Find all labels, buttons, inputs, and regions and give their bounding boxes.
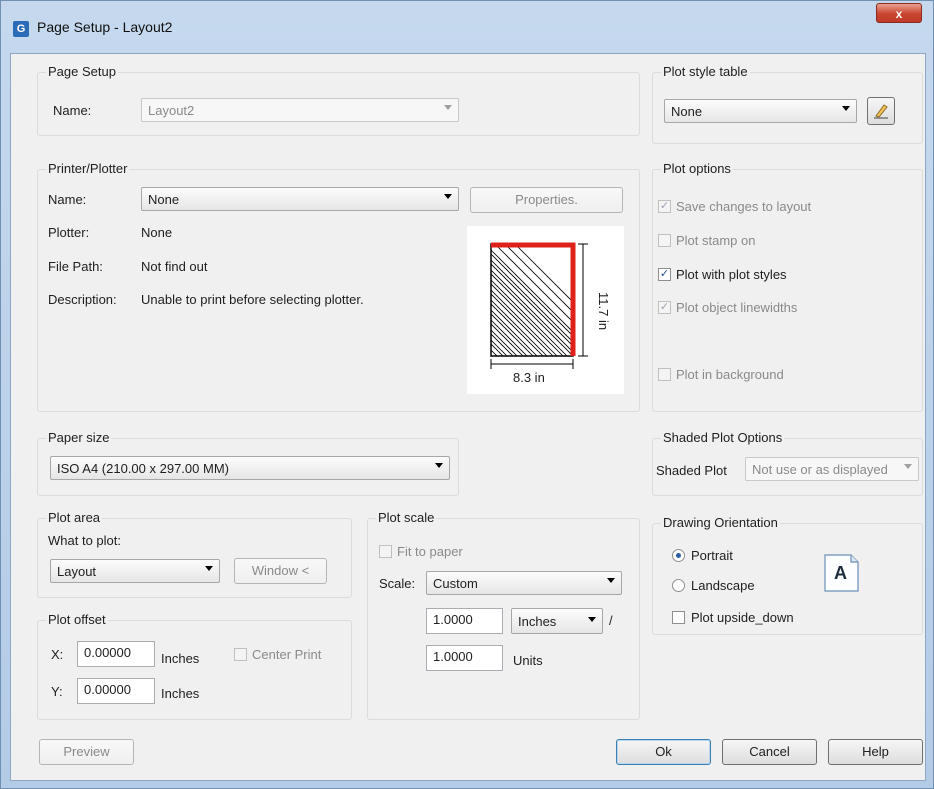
plot-upside-down-checkbox[interactable]: [672, 611, 685, 624]
printer-name-label: Name:: [48, 192, 87, 207]
paper-size-combo[interactable]: ISO A4 (210.00 x 297.00 MM): [50, 456, 450, 480]
fit-to-paper-label: Fit to paper: [397, 544, 463, 559]
shaded-plot-value: Not use or as displayed: [752, 462, 888, 477]
pencil-edit-icon: [874, 104, 888, 119]
plot-style-table-value: None: [671, 104, 703, 119]
scale-unit-value: Inches: [518, 614, 557, 629]
chevron-down-icon: [588, 617, 596, 622]
page-setup-name-combo[interactable]: Layout2: [141, 98, 459, 122]
scale-value1-input[interactable]: 1.0000: [426, 608, 503, 634]
plot-option-checkbox[interactable]: ✓: [658, 301, 671, 314]
plot-option-label: Plot object linewidths: [676, 300, 798, 315]
center-print-label: Center Print: [252, 647, 322, 662]
what-to-plot-combo[interactable]: Layout: [50, 559, 220, 583]
plot-upside-down-label: Plot upside_down: [691, 610, 794, 625]
offset-y-unit: Inches: [161, 686, 200, 701]
landscape-radio[interactable]: [672, 579, 685, 592]
offset-x-label: X:: [51, 647, 64, 662]
printer-plotter-group-label: Printer/Plotter: [46, 161, 130, 176]
plot-option-label: Plot stamp on: [676, 233, 756, 248]
page-setup-dialog: G Page Setup - Layout2 x Page Setup Name…: [0, 0, 934, 789]
window-title: Page Setup - Layout2: [37, 19, 173, 35]
title-bar[interactable]: G Page Setup - Layout2 x: [1, 1, 934, 53]
drawing-orientation-group-label: Drawing Orientation: [661, 515, 780, 530]
plot-option-checkbox[interactable]: [658, 234, 671, 247]
plot-style-table-combo[interactable]: None: [664, 99, 857, 123]
plot-option-checkbox[interactable]: [658, 368, 671, 381]
scale-label: Scale:: [379, 576, 416, 591]
plot-options-group-label: Plot options: [661, 161, 733, 176]
offset-y-input[interactable]: 0.00000: [77, 678, 155, 704]
file-path-value: Not find out: [141, 259, 208, 274]
scale-value2-input[interactable]: 1.0000: [426, 645, 503, 671]
paper-preview: 8.3 in 11.7 in: [467, 226, 624, 394]
plotter-value: None: [141, 225, 173, 240]
paper-size-group-label: Paper size: [46, 430, 112, 445]
file-path-label: File Path:: [48, 259, 103, 274]
ok-button[interactable]: Ok: [616, 739, 711, 765]
preview-button[interactable]: Preview: [39, 739, 134, 765]
landscape-label: Landscape: [691, 578, 755, 593]
portrait-label: Portrait: [691, 548, 733, 563]
offset-x-unit: Inches: [161, 651, 200, 666]
scale-units-label: Units: [513, 653, 543, 668]
scale-value: Custom: [433, 576, 478, 591]
description-value: Unable to print before selecting plotter…: [141, 292, 364, 307]
scale-combo[interactable]: Custom: [426, 571, 622, 595]
window-button[interactable]: Window <: [234, 558, 327, 584]
edit-plot-style-button[interactable]: [867, 97, 895, 125]
what-to-plot-label: What to plot:: [48, 533, 121, 548]
shaded-plot-label: Shaded Plot: [656, 463, 727, 478]
shaded-plot-group-label: Shaded Plot Options: [661, 430, 785, 445]
chevron-down-icon: [607, 578, 615, 583]
plot-option-label: Save changes to layout: [676, 199, 812, 214]
app-icon: G: [13, 21, 29, 37]
printer-name-combo[interactable]: None: [141, 187, 459, 211]
printer-name-value: None: [148, 192, 180, 207]
shaded-plot-combo[interactable]: Not use or as displayed: [745, 457, 919, 481]
plot-option-label: Plot in background: [676, 367, 784, 382]
plot-area-group-label: Plot area: [46, 510, 103, 525]
description-label: Description:: [48, 292, 117, 307]
cancel-button[interactable]: Cancel: [722, 739, 817, 765]
scale-unit-combo[interactable]: Inches: [511, 608, 603, 634]
properties-button[interactable]: Properties.: [470, 187, 623, 213]
close-button[interactable]: x: [876, 3, 922, 23]
plot-offset-group-label: Plot offset: [46, 612, 108, 627]
center-print-checkbox[interactable]: [234, 648, 247, 661]
dialog-body: Page Setup Name: Layout2 Printer/Plotter…: [10, 53, 926, 781]
fit-to-paper-checkbox[interactable]: [379, 545, 392, 558]
plotter-label: Plotter:: [48, 225, 90, 240]
scale-slash: /: [609, 613, 613, 628]
offset-x-input[interactable]: 0.00000: [77, 641, 155, 667]
plot-scale-group-label: Plot scale: [376, 510, 437, 525]
portrait-radio[interactable]: [672, 549, 685, 562]
paper-height-label: 11.7 in: [596, 292, 611, 331]
plot-option-checkbox[interactable]: ✓: [658, 268, 671, 281]
offset-y-label: Y:: [51, 684, 63, 699]
chevron-down-icon: [444, 194, 452, 199]
chevron-down-icon: [205, 566, 213, 571]
plot-style-table-group-label: Plot style table: [661, 64, 750, 79]
chevron-down-icon: [444, 105, 452, 110]
orientation-letter: A: [834, 563, 847, 583]
chevron-down-icon: [435, 463, 443, 468]
chevron-down-icon: [904, 464, 912, 469]
chevron-down-icon: [842, 106, 850, 111]
portrait-page-icon: A: [822, 553, 861, 593]
plot-offset-group: [37, 620, 352, 720]
radio-selected-dot: [676, 553, 681, 558]
paper-width-label: 8.3 in: [513, 370, 545, 385]
plot-option-checkbox[interactable]: ✓: [658, 200, 671, 213]
what-to-plot-value: Layout: [57, 564, 97, 579]
page-setup-name-label: Name:: [53, 103, 92, 118]
page-setup-group-label: Page Setup: [46, 64, 118, 79]
page-setup-name-value: Layout2: [148, 103, 195, 118]
plot-option-label: Plot with plot styles: [676, 267, 787, 282]
help-button[interactable]: Help: [828, 739, 923, 765]
paper-size-value: ISO A4 (210.00 x 297.00 MM): [57, 461, 229, 476]
